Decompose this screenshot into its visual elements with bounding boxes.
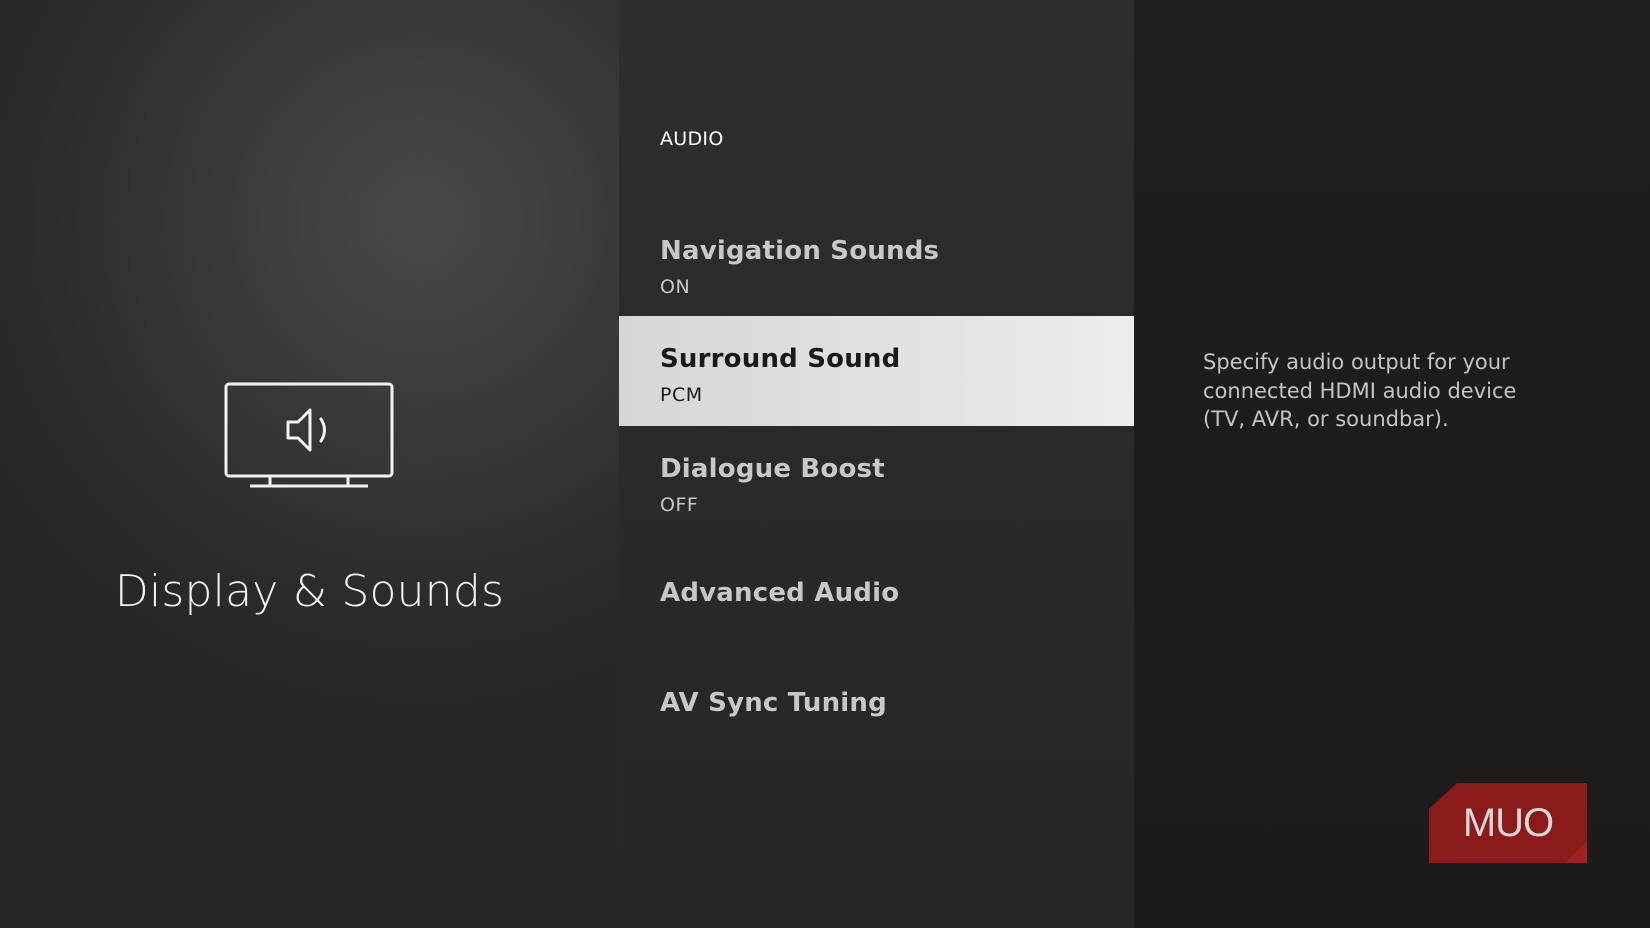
menu-item-value: PCM bbox=[660, 384, 703, 406]
fire-tv-settings-screen: Display & Sounds AUDIO Navigation Sounds… bbox=[0, 0, 1650, 928]
menu-item-value: ON bbox=[660, 276, 691, 298]
description-line: Specify audio output for your bbox=[1203, 350, 1510, 374]
settings-list-panel: AUDIO Navigation Sounds ON Surround Soun… bbox=[619, 0, 1134, 928]
category-title: Display & Sounds bbox=[114, 566, 505, 617]
muo-watermark-logo: MUO bbox=[1429, 783, 1587, 863]
menu-item-label: Surround Sound bbox=[660, 344, 901, 374]
menu-item-navigation-sounds[interactable]: Navigation Sounds ON bbox=[619, 220, 1134, 330]
menu-item-advanced-audio[interactable]: Advanced Audio bbox=[619, 546, 1134, 656]
category-panel: Display & Sounds bbox=[0, 0, 619, 928]
setting-description: Specify audio output for your connected … bbox=[1203, 348, 1583, 434]
menu-item-value: OFF bbox=[660, 494, 699, 516]
section-header: AUDIO bbox=[660, 128, 724, 150]
menu-item-label: Dialogue Boost bbox=[660, 454, 885, 484]
description-line: (TV, AVR, or soundbar). bbox=[1203, 407, 1449, 431]
menu-item-label: Navigation Sounds bbox=[660, 236, 940, 266]
menu-item-label: AV Sync Tuning bbox=[660, 688, 887, 718]
tv-speaker-icon bbox=[224, 382, 394, 488]
menu-item-av-sync-tuning[interactable]: AV Sync Tuning bbox=[619, 656, 1134, 766]
watermark-text: MUO bbox=[1462, 801, 1554, 845]
menu-item-surround-sound[interactable]: Surround Sound PCM bbox=[619, 316, 1134, 426]
menu-item-label: Advanced Audio bbox=[660, 578, 900, 608]
menu-item-dialogue-boost[interactable]: Dialogue Boost OFF bbox=[619, 426, 1134, 536]
description-line: connected HDMI audio device bbox=[1203, 378, 1517, 403]
